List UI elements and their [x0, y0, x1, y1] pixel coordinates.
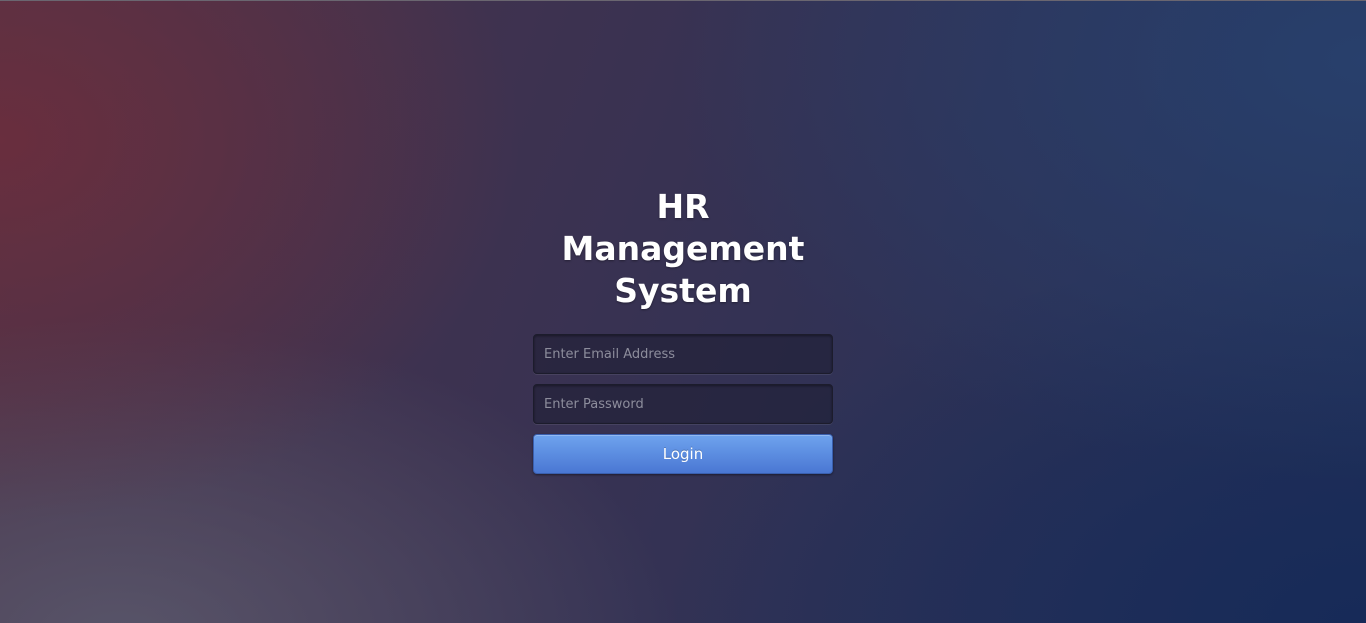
page-title-line2: System [614, 271, 752, 310]
password-input[interactable] [533, 384, 833, 424]
email-input[interactable] [533, 334, 833, 374]
page-title: HR Management System [533, 186, 833, 312]
login-button[interactable]: Login [533, 434, 833, 474]
page-title-line1: HR Management [561, 187, 805, 268]
login-panel: HR Management System Login [533, 186, 833, 474]
top-border [0, 0, 1366, 1]
